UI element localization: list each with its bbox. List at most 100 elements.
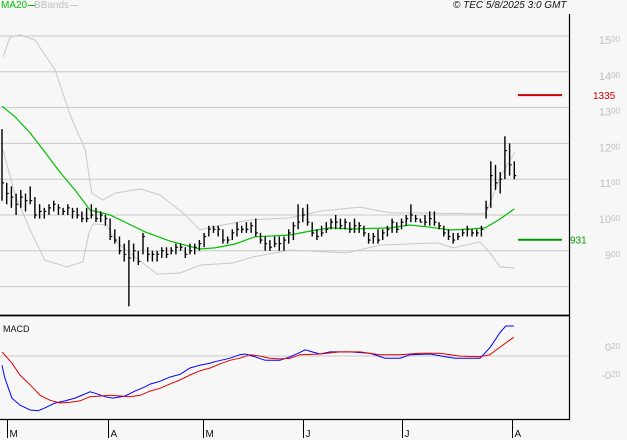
ohlc-bar [424, 215, 427, 226]
macd-pane-title: MACD [3, 324, 30, 334]
ohlc-bar [109, 218, 113, 241]
gridlines [0, 35, 569, 357]
ohlc-bar [476, 229, 479, 237]
ohlc-bar [34, 197, 37, 219]
resistance-label: 1335 [593, 91, 616, 102]
ohlc-bar [316, 229, 319, 241]
ohlc-bar [222, 229, 225, 244]
ohlc-bar [250, 222, 254, 233]
ohlc-bar [43, 207, 47, 219]
ohlc-bar [382, 229, 385, 241]
ohlc-bar [297, 204, 301, 230]
ohlc-bar [57, 204, 61, 215]
signal-line [1, 336, 515, 404]
ohlc-bar [288, 229, 291, 244]
macd-tick-label-main: -0 [601, 370, 611, 382]
price-tick-label: 1500 [599, 35, 621, 47]
ohlc-bar [414, 215, 418, 223]
ohlc-bar [255, 218, 258, 237]
ohlc-bar [400, 218, 404, 230]
ohlc-bar [325, 222, 329, 233]
price-tick-label-main: 11 [600, 178, 611, 190]
price-tick-label: 1000 [599, 214, 621, 226]
price-tick-label-main: 12 [599, 142, 611, 154]
ohlc-bar [480, 225, 484, 237]
ohlc-bar [320, 225, 324, 237]
macd-tick-label: 020 [605, 342, 621, 354]
ohlc-bar [226, 236, 230, 244]
price-tick-label-main: 13 [599, 107, 611, 119]
ohlc-bar [367, 232, 371, 244]
ohlc-bar [292, 222, 296, 241]
price-tick-label: 900 [605, 250, 621, 262]
month-label: J [405, 429, 410, 440]
ohlc-bar [71, 207, 75, 219]
ohlc-bar [269, 240, 272, 251]
bollinger-bands [2, 34, 516, 275]
ohlc-bar [151, 250, 155, 262]
ohlc-bar [457, 232, 460, 241]
ohlc-bar [20, 189, 23, 208]
month-label: M [10, 429, 18, 440]
ohlc-bar [490, 161, 493, 208]
ohlc-bar [193, 243, 197, 255]
ohlc-bar [335, 215, 338, 230]
ohlc-bar [372, 232, 376, 244]
ohlc-bar [132, 243, 136, 262]
ohlc-bar [363, 225, 366, 237]
ohlc-bar [466, 225, 470, 237]
support-label: 931 [570, 236, 587, 247]
month-label: A [515, 429, 522, 440]
price-tick-label: 1100 [600, 178, 621, 190]
bband-upper-line [2, 34, 516, 231]
ohlc-bar [123, 243, 127, 262]
ohlc-bar [38, 204, 42, 219]
price-tick-label-main: 10 [599, 214, 611, 226]
axes: 150014001300120011001000900020-020M A M J J A [0, 14, 621, 440]
ohlc-bar [396, 222, 399, 233]
price-tick-label: 1200 [599, 142, 621, 154]
ohlc-bar [217, 225, 221, 237]
ohlc-bar [231, 229, 235, 241]
bband-lower-line [2, 149, 515, 275]
price-tick-label-decimals: 00 [611, 250, 620, 259]
month-label: M [206, 429, 214, 440]
month-label: A [111, 429, 118, 440]
ohlc-bar [283, 236, 286, 251]
ohlc-bar [184, 247, 188, 258]
ohlc-bar [353, 218, 357, 233]
ohlc-bar [349, 222, 352, 233]
price-tick-label-decimals: 00 [611, 107, 620, 116]
price-tick-label-decimals: 00 [611, 35, 620, 44]
ohlc-bar [443, 225, 446, 237]
price-tick-label-decimals: 00 [611, 71, 620, 80]
ohlc-bar [405, 215, 409, 226]
macd-tick-label-decimals: 20 [611, 342, 620, 351]
ohlc-bar [513, 161, 517, 180]
ohlc-bar [104, 215, 108, 226]
macd-lines: MACD [1, 324, 515, 412]
ohlc-bar [504, 136, 507, 180]
ohlc-bar [170, 247, 174, 255]
ohlc-bars [1, 129, 517, 307]
ohlc-bar [278, 236, 282, 251]
ohlc-bar [15, 193, 19, 215]
price-tick-label: 1300 [599, 107, 621, 119]
price-macd-chart: 1335931 MACD 150014001300120011001000900… [0, 14, 621, 440]
ohlc-bar [264, 236, 268, 251]
ohlc-bar [311, 222, 315, 237]
ohlc-bar [245, 222, 249, 233]
macd-tick-label: -020 [601, 370, 620, 382]
price-tick-label-decimals: 00 [611, 214, 620, 223]
ohlc-bar [161, 247, 164, 258]
ohlc-bar [391, 218, 395, 233]
ma20-line [1, 105, 515, 250]
ohlc-bar [81, 211, 84, 223]
month-label: J [306, 429, 311, 440]
ohlc-bar [461, 229, 465, 237]
price-tick-label-main: 14 [599, 71, 611, 83]
price-tick-label-decimals: 00 [611, 142, 620, 151]
price-tick-label-decimals: 00 [611, 178, 620, 187]
ohlc-bar [90, 204, 94, 219]
ohlc-bar [62, 207, 66, 215]
